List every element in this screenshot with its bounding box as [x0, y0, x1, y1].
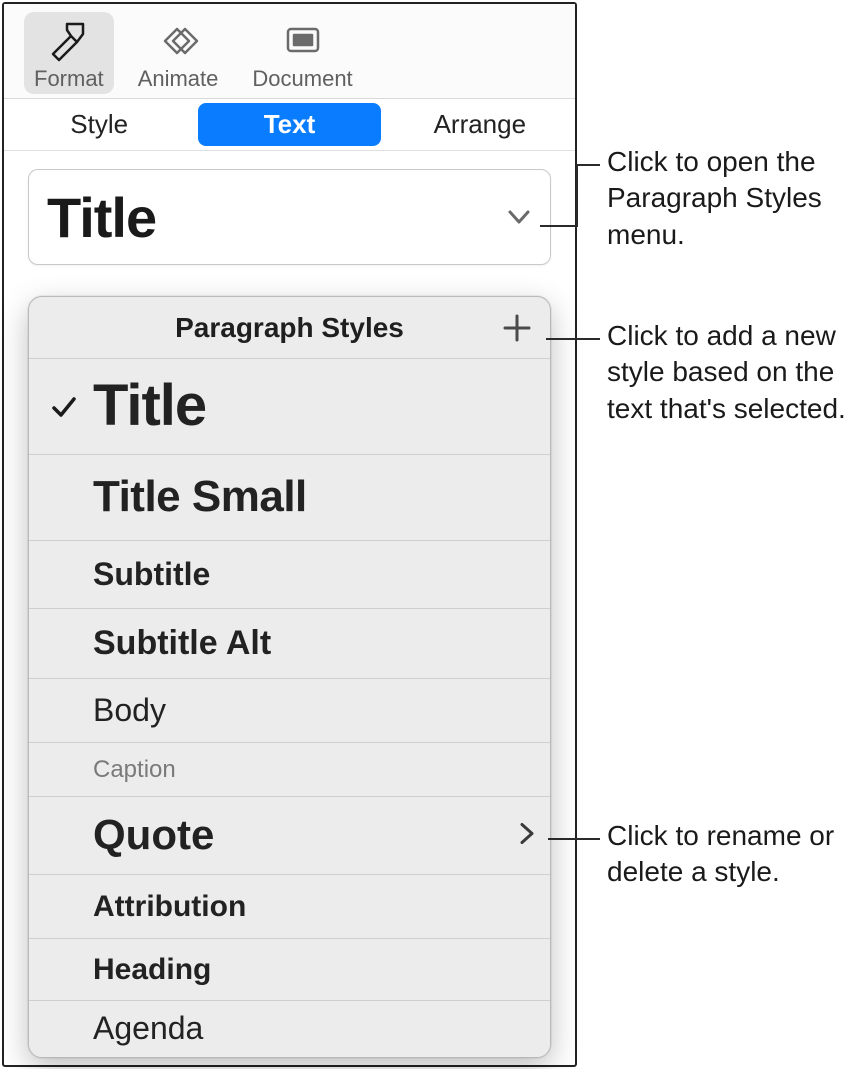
- document-label: Document: [252, 66, 352, 92]
- document-icon: [277, 18, 329, 64]
- chevron-right-icon[interactable]: [518, 820, 536, 851]
- style-item-agenda[interactable]: Agenda: [29, 1001, 550, 1057]
- callout-connector: [548, 838, 600, 840]
- style-item-caption[interactable]: Caption: [29, 743, 550, 797]
- style-label: Agenda: [93, 1012, 203, 1046]
- current-style-label: Title: [47, 185, 156, 250]
- style-label: Subtitle Alt: [93, 626, 271, 662]
- style-label: Attribution: [93, 891, 246, 923]
- style-item-attribution[interactable]: Attribution: [29, 875, 550, 939]
- callout-connector: [576, 164, 578, 227]
- animate-label: Animate: [138, 66, 219, 92]
- styles-list: Title Title Small Subtitle Subtitle Alt …: [29, 359, 550, 1057]
- style-label: Caption: [93, 757, 176, 782]
- popover-title: Paragraph Styles: [175, 312, 404, 344]
- inspector-tabs: Style Text Arrange: [4, 99, 575, 151]
- animate-icon: [152, 18, 204, 64]
- style-item-title[interactable]: Title: [29, 359, 550, 455]
- style-label: Quote: [93, 813, 214, 857]
- format-label: Format: [34, 66, 104, 92]
- paragraph-style-picker[interactable]: Title: [28, 169, 551, 265]
- style-label: Title Small: [93, 474, 307, 520]
- tab-style[interactable]: Style: [8, 103, 190, 146]
- style-item-subtitle-alt[interactable]: Subtitle Alt: [29, 609, 550, 679]
- style-item-heading[interactable]: Heading: [29, 939, 550, 1001]
- style-label: Body: [93, 694, 166, 728]
- style-label: Heading: [93, 954, 211, 986]
- callout-connector: [546, 338, 600, 340]
- style-item-quote[interactable]: Quote: [29, 797, 550, 875]
- add-style-button[interactable]: [500, 311, 534, 345]
- style-item-body[interactable]: Body: [29, 679, 550, 743]
- callout-connector: [576, 164, 600, 166]
- callout-open-menu: Click to open the Paragraph Styles menu.: [607, 144, 867, 253]
- popover-header: Paragraph Styles: [29, 297, 550, 359]
- document-button[interactable]: Document: [242, 12, 362, 94]
- style-label: Title: [93, 376, 206, 437]
- checkmark-icon: [49, 392, 93, 422]
- format-button[interactable]: Format: [24, 12, 114, 94]
- style-item-subtitle[interactable]: Subtitle: [29, 541, 550, 609]
- paragraph-styles-popover: Paragraph Styles Title Title Small: [28, 296, 551, 1058]
- chevron-down-icon: [504, 202, 534, 232]
- style-item-title-small[interactable]: Title Small: [29, 455, 550, 541]
- callout-connector: [540, 225, 578, 227]
- style-label: Subtitle: [93, 558, 210, 592]
- callout-rename-delete: Click to rename or delete a style.: [607, 818, 867, 891]
- callout-add-style: Click to add a new style based on the te…: [607, 318, 867, 427]
- format-icon: [43, 18, 95, 64]
- toolbar: Format Animate Document: [4, 4, 575, 99]
- tab-arrange[interactable]: Arrange: [389, 103, 571, 146]
- tab-text[interactable]: Text: [198, 103, 380, 146]
- animate-button[interactable]: Animate: [128, 12, 229, 94]
